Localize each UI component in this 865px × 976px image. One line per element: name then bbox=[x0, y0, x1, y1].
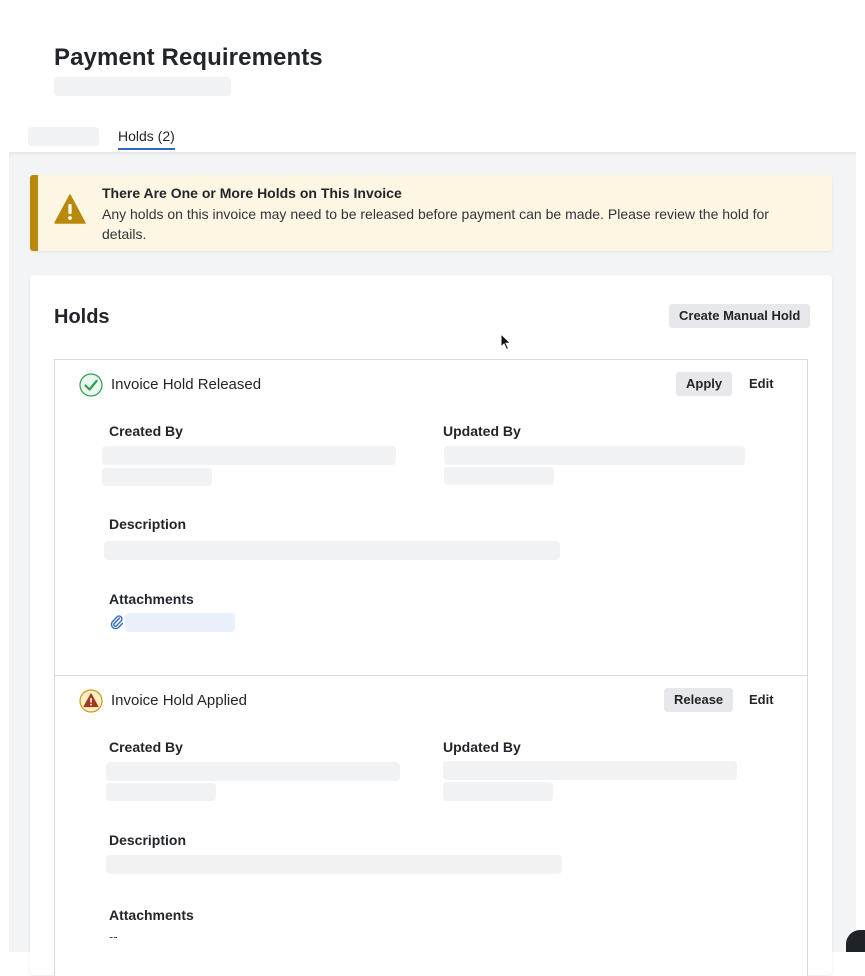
created-date-placeholder bbox=[106, 783, 216, 801]
right-edge bbox=[856, 152, 865, 952]
created-by-value-placeholder bbox=[106, 762, 400, 781]
attachments-label: Attachments bbox=[109, 907, 194, 923]
created-by-label: Created By bbox=[109, 739, 183, 755]
updated-date-placeholder bbox=[443, 782, 553, 801]
edit-hold-button[interactable]: Edit bbox=[741, 688, 782, 712]
created-date-placeholder bbox=[102, 468, 212, 486]
updated-by-label: Updated By bbox=[443, 739, 521, 755]
holds-card: Holds Create Manual Hold Invoice Hold Re… bbox=[30, 275, 832, 976]
edit-hold-button[interactable]: Edit bbox=[741, 372, 782, 396]
description-label: Description bbox=[109, 832, 187, 848]
updated-by-value-placeholder bbox=[444, 446, 745, 465]
attachments-empty-value: -- bbox=[109, 929, 118, 944]
page-header: Payment Requirements Holds (2) bbox=[0, 0, 865, 152]
hold-item: Invoice Hold Released Apply Edit Created… bbox=[54, 359, 808, 676]
tab-holds[interactable]: Holds (2) bbox=[118, 128, 175, 150]
holds-heading: Holds bbox=[54, 306, 110, 328]
description-value-placeholder bbox=[106, 855, 562, 874]
apply-hold-button[interactable]: Apply bbox=[676, 372, 733, 396]
alert-message: Any holds on this invoice may need to be… bbox=[102, 206, 769, 242]
attachment-link-placeholder[interactable] bbox=[125, 613, 235, 632]
check-circle-icon bbox=[79, 373, 103, 397]
updated-by-value-placeholder bbox=[443, 761, 737, 780]
warning-icon bbox=[54, 194, 86, 224]
updated-date-placeholder bbox=[444, 467, 554, 485]
warning-accent-bar bbox=[30, 175, 38, 251]
page-subtitle-placeholder bbox=[54, 77, 231, 96]
description-label: Description bbox=[109, 516, 187, 532]
mouse-cursor-icon bbox=[500, 333, 512, 351]
alert-title: There Are One or More Holds on This Invo… bbox=[102, 185, 402, 201]
attachments-label: Attachments bbox=[109, 591, 194, 607]
hold-title: Invoice Hold Applied bbox=[111, 692, 247, 709]
hold-title: Invoice Hold Released bbox=[111, 376, 262, 393]
hold-item: Invoice Hold Applied Release Edit Create… bbox=[54, 675, 808, 976]
description-value-placeholder bbox=[104, 541, 560, 560]
release-hold-button[interactable]: Release bbox=[664, 688, 734, 712]
create-manual-hold-button[interactable]: Create Manual Hold bbox=[669, 304, 811, 328]
tab-overview[interactable] bbox=[28, 127, 99, 146]
updated-by-label: Updated By bbox=[443, 423, 521, 439]
created-by-label: Created By bbox=[109, 423, 183, 439]
paperclip-icon bbox=[110, 615, 124, 630]
warning-circle-icon bbox=[79, 689, 103, 713]
page-title: Payment Requirements bbox=[54, 44, 323, 71]
created-by-value-placeholder bbox=[102, 446, 396, 465]
holds-warning-banner: There Are One or More Holds on This Invo… bbox=[30, 175, 832, 251]
